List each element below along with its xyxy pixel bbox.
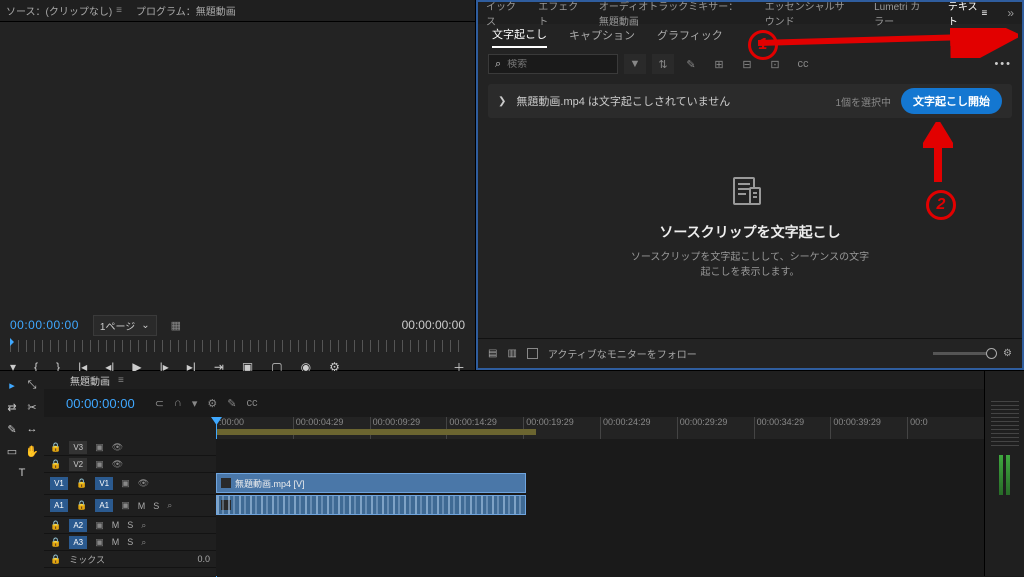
cc-icon[interactable]: cc (792, 54, 814, 74)
search-input[interactable] (507, 59, 597, 70)
marker-icon[interactable]: ▾ (192, 397, 198, 410)
tool-palette: ▸⤡ ⇄✂ ✎↔ ▭✋ T (0, 371, 44, 576)
hand-tool[interactable]: ✋ (24, 443, 40, 459)
meter-l (999, 455, 1003, 495)
source-tabs: ソース：(クリップなし)≡ プログラム：無題動画 (0, 0, 475, 22)
settings-icon[interactable]: ⚙ (1003, 348, 1012, 359)
more-icon[interactable]: ••• (994, 58, 1012, 70)
source-tab-program[interactable]: プログラム：無題動画 (136, 3, 236, 18)
track-a2[interactable]: 🔒A2▣MS⌕ (44, 517, 216, 534)
text-subtabs: 文字起こし キャプション グラフィック 無題動画 (478, 24, 1022, 50)
layout-icon-a[interactable]: ▤ (488, 348, 497, 359)
speaker-icon[interactable]: ⊞ (708, 54, 730, 74)
selection-count: 1個を選択中 (835, 94, 891, 109)
subtab-graphic[interactable]: グラフィック (657, 27, 723, 47)
cc-toggle-icon[interactable]: cc (246, 397, 257, 410)
wrench-icon[interactable]: ✎ (227, 397, 236, 410)
snap-icon[interactable]: ⊂ (155, 397, 164, 410)
text-panel: イックス エフェクト オーディオトラックミキサー：無題動画 エッセンシャルサウン… (476, 0, 1024, 370)
subtab-caption[interactable]: キャプション (569, 27, 635, 47)
text-toolbar: ⌕ ▼ ⇅ ✎ ⊞ ⊟ ⊡ cc ••• (478, 50, 1022, 78)
fx-badge (221, 478, 231, 488)
follow-label: アクティブなモニターをフォロー (548, 346, 697, 361)
out-timecode[interactable]: 00:00:00:00 (402, 318, 465, 332)
merge-icon[interactable]: ⇅ (652, 54, 674, 74)
chevron-down-icon: ⌄ (141, 320, 149, 331)
empty-state: ソースクリップを文字起こし ソースクリップを文字起こしして、シーケンスの文字起こ… (478, 118, 1022, 338)
time-ruler[interactable]: :00:0000:00:04:2900:00:09:2900:00:14:290… (216, 417, 984, 439)
transcript-icon (733, 177, 767, 214)
clip-status: 無題動画.mp4 は文字起こしされていません (516, 93, 730, 109)
timeline-panel: 無題動画 ≡ 00:00:00:00 ⊂ ∩ ▾ ⚙ ✎ cc :00:0000… (44, 371, 984, 576)
work-area-bar[interactable] (216, 429, 536, 435)
search-icon: ⌕ (495, 58, 501, 71)
eye-icon[interactable]: 👁 (112, 442, 123, 453)
track-v1[interactable]: V1🔒V1▣👁 (44, 473, 216, 495)
zoom-slider[interactable] (933, 352, 993, 355)
overflow-icon[interactable]: » (1007, 6, 1014, 20)
in-timecode[interactable]: 00:00:00:00 (10, 318, 79, 332)
timeline-options: ⊂ ∩ ▾ ⚙ ✎ cc (155, 397, 258, 410)
source-viewer (0, 22, 475, 310)
filter-icon[interactable]: ▼ (624, 54, 646, 74)
track-a3[interactable]: 🔒A3▣MS⌕ (44, 534, 216, 551)
fx-badge (221, 500, 231, 510)
chevron-right-icon: ❯ (498, 96, 506, 107)
type-tool[interactable]: T (14, 465, 30, 481)
pen-tool[interactable]: ▭ (4, 443, 20, 459)
grid-icon[interactable]: ▦ (171, 319, 181, 332)
linked-icon[interactable]: ∩ (174, 397, 182, 410)
rate-tool[interactable]: ✂ (24, 399, 40, 415)
track-mix[interactable]: 🔒ミックス0.0 (44, 551, 216, 568)
clip-row[interactable]: ❯ 無題動画.mp4 は文字起こしされていません 1個を選択中 文字起こし開始 (488, 84, 1012, 118)
meter-r (1006, 455, 1010, 495)
audio-clip[interactable] (216, 495, 526, 515)
source-ruler[interactable] (10, 340, 465, 352)
track-v2[interactable]: 🔒V2▣👁 (44, 456, 216, 473)
hamburger-icon[interactable]: ≡ (116, 5, 122, 16)
mic-icon[interactable]: ⌕ (167, 500, 172, 511)
split-icon[interactable]: ⊟ (736, 54, 758, 74)
empty-title: ソースクリップを文字起こし (659, 222, 840, 242)
search-field[interactable]: ⌕ (488, 54, 618, 74)
hamburger-icon[interactable]: ≡ (981, 8, 987, 19)
track-select-tool[interactable]: ⤡ (24, 377, 40, 393)
panel-tab-bar: イックス エフェクト オーディオトラックミキサー：無題動画 エッセンシャルサウン… (478, 2, 1022, 24)
brackets-icon[interactable]: ⊡ (764, 54, 786, 74)
subtab-transcribe[interactable]: 文字起こし (492, 26, 547, 48)
hamburger-icon[interactable]: ≡ (118, 375, 124, 386)
timeline-timecode[interactable]: 00:00:00:00 (66, 396, 135, 411)
text-panel-footer: ▤ ▥ アクティブなモニターをフォロー ⚙ (478, 338, 1022, 368)
track-headers: 🔒V3▣👁 🔒V2▣👁 V1🔒V1▣👁 A1🔒A1▣MS⌕ 🔒A2▣MS⌕ 🔒A… (44, 439, 216, 576)
audio-meters (984, 371, 1024, 576)
layout-icon-b[interactable]: ▥ (507, 348, 516, 359)
follow-checkbox[interactable] (527, 348, 538, 359)
start-transcribe-button[interactable]: 文字起こし開始 (901, 88, 1002, 114)
track-a1[interactable]: A1🔒A1▣MS⌕ (44, 495, 216, 517)
project-name: 無題動画 (968, 30, 1008, 45)
razor-tool[interactable]: ✎ (4, 421, 20, 437)
source-panel: ソース：(クリップなし)≡ プログラム：無題動画 00:00:00:00 1ペー… (0, 0, 476, 370)
empty-desc: ソースクリップを文字起こしして、シーケンスの文字起こしを表示します。 (631, 250, 869, 280)
track-v3[interactable]: 🔒V3▣👁 (44, 439, 216, 456)
slip-tool[interactable]: ↔ (24, 421, 40, 437)
sequence-tab[interactable]: 無題動画 (70, 373, 110, 388)
source-tab-clip[interactable]: ソース：(クリップなし)≡ (6, 3, 122, 18)
ripple-tool[interactable]: ⇄ (4, 399, 20, 415)
video-clip[interactable]: 無題動画.mp4 [V] (216, 473, 526, 493)
edit-icon[interactable]: ✎ (680, 54, 702, 74)
lock-icon[interactable]: 🔒 (50, 442, 61, 453)
page-select[interactable]: 1ページ⌄ (93, 315, 157, 336)
selection-tool[interactable]: ▸ (4, 377, 20, 393)
track-content[interactable]: 無題動画.mp4 [V] (216, 439, 984, 576)
settings-icon[interactable]: ⚙ (207, 397, 217, 410)
